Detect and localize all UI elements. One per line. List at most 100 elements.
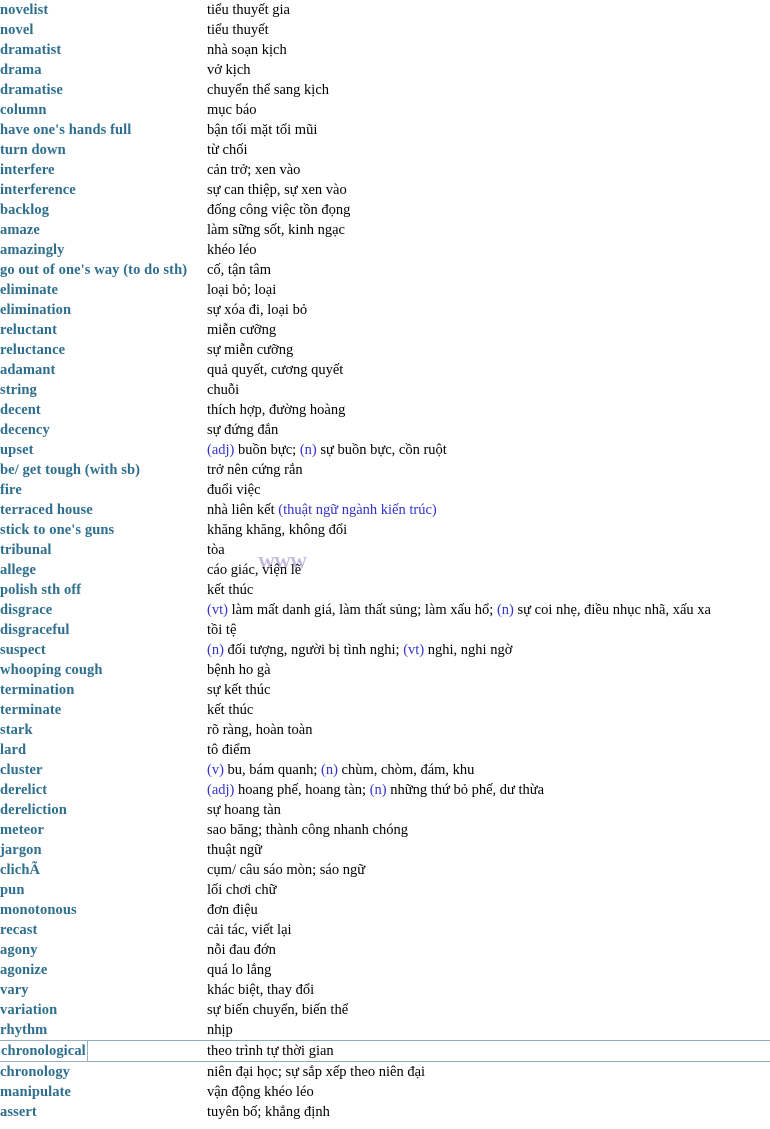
vocabulary-row[interactable]: string chuỗi	[0, 380, 770, 400]
vocabulary-row[interactable]: monotonous đơn điệu	[0, 900, 770, 920]
vocabulary-row[interactable]: be/ get tough (with sb) trở nên cứng rắn	[0, 460, 770, 480]
term-cell[interactable]: be/ get tough (with sb)	[0, 460, 207, 480]
term-cell[interactable]: chronological	[0, 1040, 207, 1062]
vocabulary-row[interactable]: adamant quả quyết, cương quyết	[0, 360, 770, 380]
term-cell[interactable]: termination	[0, 680, 207, 700]
term-cell[interactable]: allege	[0, 560, 207, 580]
vocabulary-row[interactable]: agony nỗi đau đớn	[0, 940, 770, 960]
vocabulary-row[interactable]: disgrace (vt) làm mất danh giá, làm thất …	[0, 600, 770, 620]
term-cell[interactable]: suspect	[0, 640, 207, 660]
term-cell[interactable]: terminate	[0, 700, 207, 720]
term-cell[interactable]: fire	[0, 480, 207, 500]
vocabulary-row[interactable]: chronology niên đại học; sự sắp xếp theo …	[0, 1062, 770, 1083]
vocabulary-row[interactable]: whooping cough bệnh ho gà	[0, 660, 770, 680]
term-cell[interactable]: stick to one's guns	[0, 520, 207, 540]
vocabulary-row[interactable]: jargon thuật ngữ	[0, 840, 770, 860]
vocabulary-row[interactable]: go out of one's way (to do sth) cố, tận t…	[0, 260, 770, 280]
vocabulary-row[interactable]: novel tiểu thuyết	[0, 20, 770, 40]
vocabulary-row[interactable]: cluster (v) bu, bám quanh; (n) chùm, chòm…	[0, 760, 770, 780]
vocabulary-row[interactable]: amaze làm sững sốt, kinh ngạc	[0, 220, 770, 240]
vocabulary-row[interactable]: pun lối chơi chữ	[0, 880, 770, 900]
vocabulary-row[interactable]: elimination sự xóa đi, loại bỏ	[0, 300, 770, 320]
term-cell[interactable]: polish sth off	[0, 580, 207, 600]
vocabulary-row[interactable]: interfere cản trở; xen vào	[0, 160, 770, 180]
vocabulary-row[interactable]: meteor sao băng; thành công nhanh chóng	[0, 820, 770, 840]
term-cell[interactable]: turn down	[0, 140, 207, 160]
vocabulary-row[interactable]: dereliction sự hoang tàn	[0, 800, 770, 820]
vocabulary-row[interactable]: assert tuyên bố; khẳng định	[0, 1102, 770, 1122]
vocabulary-row[interactable]: terminate kết thúc	[0, 700, 770, 720]
term-cell[interactable]: novel	[0, 20, 207, 40]
vocabulary-row[interactable]: drama vở kịch	[0, 60, 770, 80]
vocabulary-row[interactable]: agonize quá lo lắng	[0, 960, 770, 980]
term-cell[interactable]: rhythm	[0, 1020, 207, 1041]
vocabulary-row[interactable]: allege cáo giác, viện lẽ	[0, 560, 770, 580]
term-cell[interactable]: vary	[0, 980, 207, 1000]
vocabulary-row[interactable]: clichÃ cụm/ câu sáo mòn; sáo ngữ	[0, 860, 770, 880]
term-cell[interactable]: jargon	[0, 840, 207, 860]
vocabulary-row[interactable]: polish sth off kết thúc	[0, 580, 770, 600]
term-cell[interactable]: monotonous	[0, 900, 207, 920]
vocabulary-row[interactable]: rhythm nhịp	[0, 1020, 770, 1041]
term-cell[interactable]: stark	[0, 720, 207, 740]
term-cell[interactable]: interfere	[0, 160, 207, 180]
term-cell[interactable]: whooping cough	[0, 660, 207, 680]
term-cell[interactable]: pun	[0, 880, 207, 900]
term-cell[interactable]: go out of one's way (to do sth)	[0, 260, 207, 280]
vocabulary-row[interactable]: recast cải tác, viết lại	[0, 920, 770, 940]
vocabulary-row[interactable]: chronological theo trình tự thời gian	[0, 1040, 770, 1062]
vocabulary-row[interactable]: dramatise chuyển thể sang kịch	[0, 80, 770, 100]
term-cell[interactable]: dramatise	[0, 80, 207, 100]
vocabulary-row[interactable]: reluctance sự miễn cưỡng	[0, 340, 770, 360]
term-cell[interactable]: eliminate	[0, 280, 207, 300]
term-cell[interactable]: dereliction	[0, 800, 207, 820]
term-cell[interactable]: interference	[0, 180, 207, 200]
vocabulary-row[interactable]: tribunal tòa	[0, 540, 770, 560]
term-cell[interactable]: recast	[0, 920, 207, 940]
term-cell[interactable]: meteor	[0, 820, 207, 840]
term-cell[interactable]: amaze	[0, 220, 207, 240]
term-cell[interactable]: derelict	[0, 780, 207, 800]
term-cell[interactable]: drama	[0, 60, 207, 80]
term-cell[interactable]: upset	[0, 440, 207, 460]
vocabulary-row[interactable]: turn down từ chối	[0, 140, 770, 160]
vocabulary-row[interactable]: suspect (n) đối tượng, người bị tình nghi…	[0, 640, 770, 660]
vocabulary-row[interactable]: column mục báo	[0, 100, 770, 120]
vocabulary-row[interactable]: amazingly khéo léo	[0, 240, 770, 260]
term-cell[interactable]: reluctance	[0, 340, 207, 360]
term-cell[interactable]: assert	[0, 1102, 207, 1122]
term-cell[interactable]: have one's hands full	[0, 120, 207, 140]
vocabulary-row[interactable]: have one's hands full bận tối mặt tối mũi	[0, 120, 770, 140]
vocabulary-row[interactable]: decency sự đứng đắn	[0, 420, 770, 440]
vocabulary-row[interactable]: backlog đống công việc tồn đọng	[0, 200, 770, 220]
vocabulary-row[interactable]: derelict (adj) hoang phế, hoang tàn; (n) …	[0, 780, 770, 800]
vocabulary-row[interactable]: decent thích hợp, đường hoàng	[0, 400, 770, 420]
vocabulary-row[interactable]: reluctant miễn cưỡng	[0, 320, 770, 340]
term-cell[interactable]: chronology	[0, 1062, 207, 1083]
vocabulary-row[interactable]: manipulate vận động khéo léo	[0, 1082, 770, 1102]
term-cell[interactable]: reluctant	[0, 320, 207, 340]
vocabulary-row[interactable]: lard tô điểm	[0, 740, 770, 760]
vocabulary-row[interactable]: eliminate loại bỏ; loại	[0, 280, 770, 300]
term-cell[interactable]: column	[0, 100, 207, 120]
vocabulary-row[interactable]: interference sự can thiệp, sự xen vào	[0, 180, 770, 200]
vocabulary-row[interactable]: stark rõ ràng, hoàn toàn	[0, 720, 770, 740]
term-cell[interactable]: terraced house	[0, 500, 207, 520]
term-cell[interactable]: string	[0, 380, 207, 400]
vocabulary-row[interactable]: terraced house nhà liên kết (thuật ngữ ng…	[0, 500, 770, 520]
term-cell[interactable]: dramatist	[0, 40, 207, 60]
term-cell[interactable]: adamant	[0, 360, 207, 380]
term-cell[interactable]: variation	[0, 1000, 207, 1020]
term-cell[interactable]: decent	[0, 400, 207, 420]
term-cell[interactable]: agony	[0, 940, 207, 960]
vocabulary-row[interactable]: disgraceful tồi tệ	[0, 620, 770, 640]
vocabulary-row[interactable]: termination sự kết thúc	[0, 680, 770, 700]
term-cell[interactable]: clichÃ	[0, 860, 207, 880]
vocabulary-row[interactable]: vary khác biệt, thay đổi	[0, 980, 770, 1000]
term-cell[interactable]: decency	[0, 420, 207, 440]
term-cell[interactable]: disgrace	[0, 600, 207, 620]
vocabulary-row[interactable]: variation sự biến chuyển, biến thể	[0, 1000, 770, 1020]
term-cell[interactable]: novelist	[0, 0, 207, 20]
term-cell[interactable]: amazingly	[0, 240, 207, 260]
term-cell[interactable]: tribunal	[0, 540, 207, 560]
